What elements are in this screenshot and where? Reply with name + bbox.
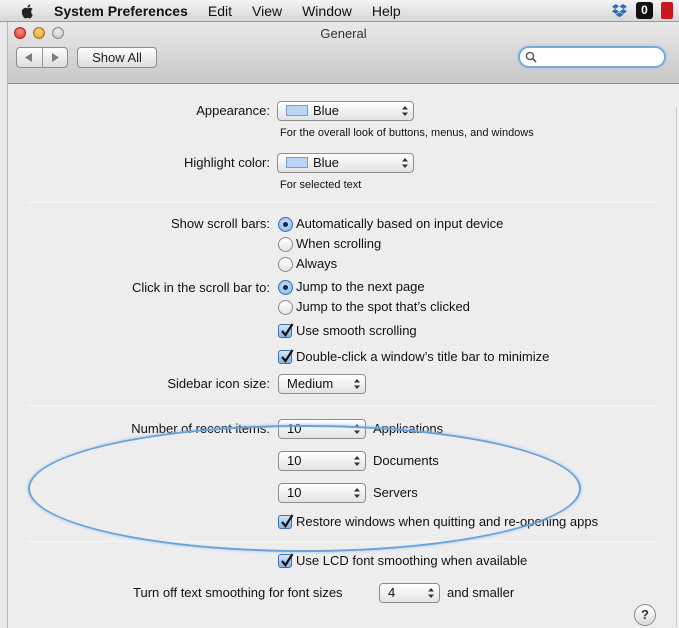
recent-servers-label: Servers (373, 485, 418, 500)
radio-scroll-always[interactable] (278, 257, 293, 272)
radio-jump-next-page[interactable] (278, 280, 293, 295)
recent-servers-popup[interactable]: 10 (278, 483, 366, 503)
dropbox-icon[interactable] (611, 2, 628, 19)
highlight-label: Highlight color: (184, 155, 270, 170)
sidebar-icon-size-popup[interactable]: Medium (278, 374, 366, 394)
checkmark-icon (281, 323, 294, 337)
general-pane: Appearance: Blue For the overall look of… (8, 85, 679, 628)
checkmark-icon (281, 553, 294, 567)
radio-scroll-auto[interactable] (278, 217, 293, 232)
section-divider (28, 541, 655, 542)
double-click-minimize-label[interactable]: Double-click a window’s title bar to min… (296, 349, 549, 364)
popup-arrows-icon (354, 456, 360, 466)
menu-view[interactable]: View (242, 3, 292, 19)
highlight-value: Blue (313, 155, 340, 170)
recent-items-label: Number of recent items: (131, 421, 270, 436)
smooth-scrolling-checkbox[interactable] (278, 323, 294, 338)
recent-documents-label: Documents (373, 453, 439, 468)
sidebar-icon-size-label: Sidebar icon size: (167, 376, 270, 391)
text-smoothing-size-value: 4 (388, 585, 396, 600)
back-forward-control (16, 47, 68, 68)
menu-bar: System Preferences Edit View Window Help… (0, 0, 679, 22)
text-smoothing-size-popup[interactable]: 4 (379, 583, 440, 603)
radio-jump-next-page-label[interactable]: Jump to the next page (296, 279, 425, 294)
scrollbars-label: Show scroll bars: (171, 216, 270, 231)
radio-scroll-when[interactable] (278, 237, 293, 252)
appearance-popup[interactable]: Blue (277, 101, 414, 121)
lcd-smoothing-label[interactable]: Use LCD font smoothing when available (296, 553, 527, 568)
highlight-swatch (286, 157, 308, 168)
radio-scroll-when-label[interactable]: When scrolling (296, 236, 381, 251)
popup-arrows-icon (354, 379, 360, 389)
recent-servers-value: 10 (287, 485, 302, 500)
section-divider (28, 202, 655, 203)
recent-documents-value: 10 (287, 453, 302, 468)
restore-windows-checkbox[interactable] (278, 514, 294, 529)
popup-arrows-icon (428, 588, 434, 598)
search-icon (525, 51, 537, 63)
show-all-button[interactable]: Show All (77, 47, 157, 68)
apple-menu-icon[interactable] (20, 3, 36, 19)
appearance-label: Appearance: (196, 103, 270, 118)
help-button[interactable]: ? (634, 604, 656, 626)
menu-window[interactable]: Window (292, 3, 362, 19)
preferences-window: General Show All Appearance: Blue For th… (7, 22, 679, 628)
click-scroll-label: Click in the scroll bar to: (132, 280, 270, 295)
lcd-smoothing-checkbox[interactable] (278, 553, 294, 568)
back-arrow-icon (25, 53, 33, 62)
search-field[interactable] (518, 46, 666, 68)
menu-extra-red-icon[interactable] (661, 2, 673, 19)
recent-documents-popup[interactable]: 10 (278, 451, 366, 471)
window-toolbar: General Show All (8, 22, 679, 84)
sidebar-icon-size-value: Medium (287, 376, 334, 391)
menu-edit[interactable]: Edit (198, 3, 242, 19)
radio-scroll-always-label[interactable]: Always (296, 256, 337, 271)
radio-scroll-auto-label[interactable]: Automatically based on input device (296, 216, 503, 231)
forward-arrow-icon (51, 53, 59, 62)
radio-jump-spot-label[interactable]: Jump to the spot that’s clicked (296, 299, 470, 314)
popup-arrows-icon (354, 488, 360, 498)
restore-windows-label[interactable]: Restore windows when quitting and re-ope… (296, 514, 598, 529)
text-smoothing-suffix: and smaller (447, 585, 515, 600)
search-input[interactable] (538, 49, 658, 65)
recent-applications-label: Applications (373, 421, 444, 436)
text-smoothing-label: Turn off text smoothing for font sizes (133, 585, 343, 600)
appearance-swatch (286, 105, 308, 116)
section-divider (28, 405, 655, 406)
recent-applications-value: 10 (287, 421, 302, 436)
checkmark-icon (281, 514, 294, 528)
appearance-value: Blue (313, 103, 340, 118)
forward-button[interactable] (43, 48, 68, 67)
menu-help[interactable]: Help (362, 3, 411, 19)
radio-jump-spot[interactable] (278, 300, 293, 315)
double-click-minimize-checkbox[interactable] (278, 349, 294, 364)
popup-arrows-icon (402, 158, 408, 168)
checkmark-icon (281, 349, 294, 363)
recent-applications-popup[interactable]: 10 (278, 419, 366, 439)
smooth-scrolling-label[interactable]: Use smooth scrolling (296, 323, 417, 338)
menu-app-name[interactable]: System Preferences (50, 3, 198, 19)
menu-extra-zero-icon[interactable]: 0 (636, 2, 653, 19)
highlight-description: For selected text (280, 179, 362, 191)
back-button[interactable] (17, 48, 43, 67)
menu-extras: 0 (611, 2, 673, 19)
popup-arrows-icon (402, 106, 408, 116)
window-title: General (320, 26, 367, 41)
highlight-popup[interactable]: Blue (277, 153, 414, 173)
appearance-description: For the overall look of buttons, menus, … (280, 127, 534, 139)
popup-arrows-icon (354, 424, 360, 434)
